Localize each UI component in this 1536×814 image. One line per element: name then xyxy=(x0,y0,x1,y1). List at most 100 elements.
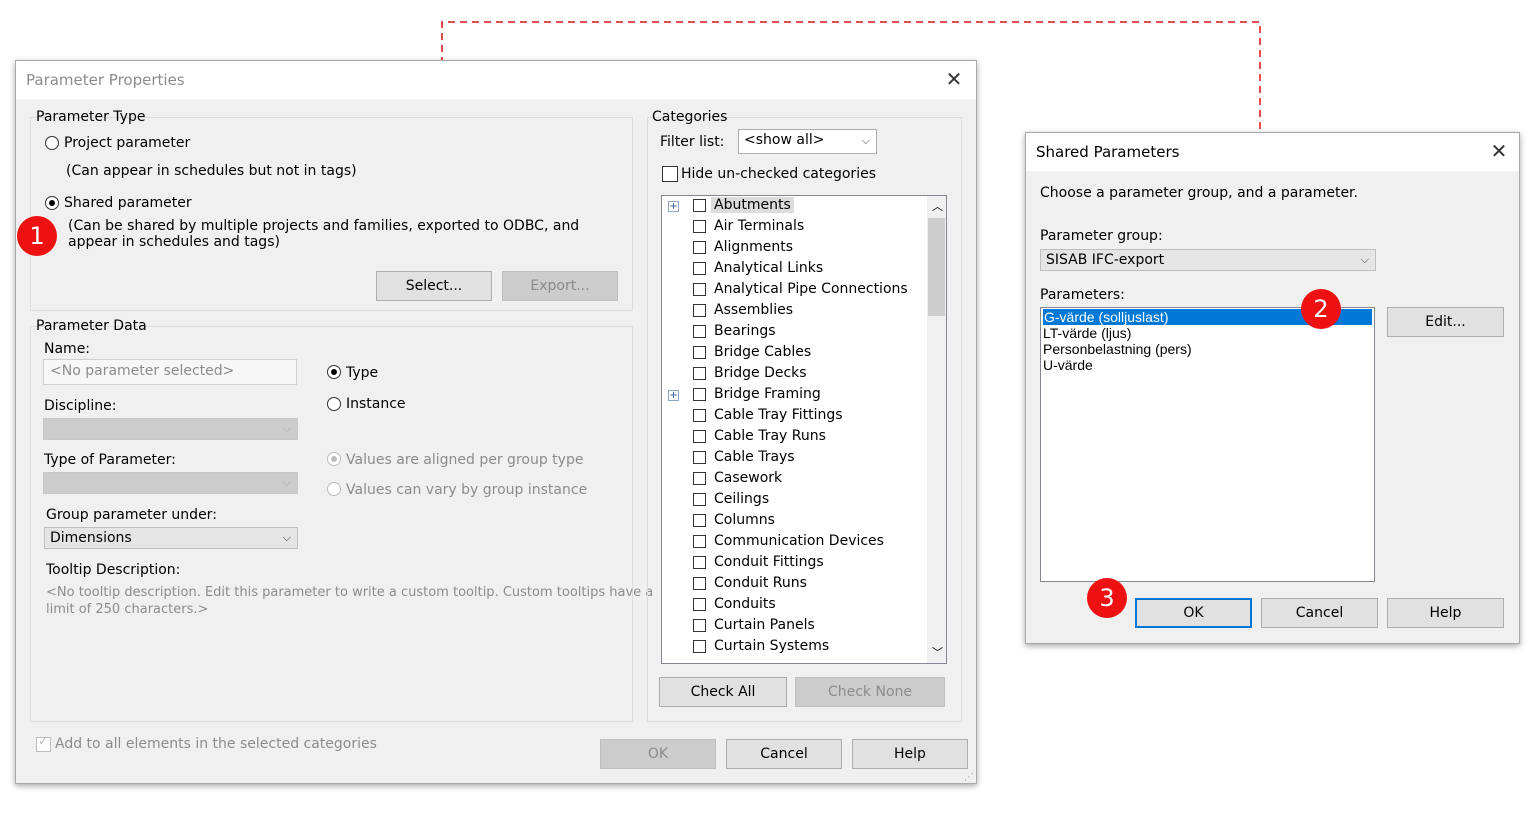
category-row[interactable]: Bearings xyxy=(662,322,926,343)
select-button[interactable]: Select... xyxy=(376,271,492,301)
category-row[interactable]: Communication Devices xyxy=(662,532,926,553)
category-row[interactable]: Ceilings xyxy=(662,490,926,511)
category-checkbox[interactable] xyxy=(693,598,706,611)
category-checkbox[interactable] xyxy=(693,556,706,569)
category-checkbox[interactable] xyxy=(693,241,706,254)
category-checkbox[interactable] xyxy=(693,514,706,527)
category-label: Cable Trays xyxy=(714,449,795,465)
category-label: Analytical Links xyxy=(714,260,824,276)
check-all-button[interactable]: Check All xyxy=(659,677,787,707)
type-of-parameter-label: Type of Parameter: xyxy=(44,452,176,468)
parameter-properties-titlebar: Parameter Properties ✕ xyxy=(16,61,976,99)
filter-list-value: <show all> xyxy=(744,132,825,148)
category-checkbox[interactable] xyxy=(693,283,706,296)
categories-list[interactable]: + Abutments Air Terminals Alignments Anal… xyxy=(661,195,947,664)
category-checkbox[interactable] xyxy=(693,577,706,590)
category-label: Alignments xyxy=(714,239,794,255)
shared-parameter-desc-line1: (Can be shared by multiple projects and … xyxy=(68,218,580,234)
category-checkbox[interactable] xyxy=(693,472,706,485)
values-aligned-radio[interactable] xyxy=(327,452,341,466)
shared-parameters-titlebar: Shared Parameters ✕ xyxy=(1026,133,1519,171)
parameter-type-heading: Parameter Type xyxy=(36,109,146,125)
hide-unchecked-checkbox[interactable] xyxy=(662,166,678,182)
ok-button[interactable]: OK xyxy=(1135,598,1252,628)
check-none-button[interactable]: Check None xyxy=(795,677,945,707)
instance-radio[interactable] xyxy=(327,397,341,411)
ok-button[interactable]: OK xyxy=(600,739,716,769)
category-row[interactable]: Air Terminals xyxy=(662,217,926,238)
step-marker-1: 1 xyxy=(17,216,57,256)
category-row[interactable]: Curtain Panels xyxy=(662,616,926,637)
category-checkbox[interactable] xyxy=(693,262,706,275)
category-row[interactable]: Alignments xyxy=(662,238,926,259)
shared-parameter-radio[interactable] xyxy=(45,196,59,210)
project-parameter-radio[interactable] xyxy=(45,136,59,150)
cancel-button[interactable]: Cancel xyxy=(726,739,842,769)
type-radio[interactable] xyxy=(327,365,341,379)
resize-grip-icon[interactable]: ⋰ xyxy=(964,772,974,783)
category-label: Conduit Runs xyxy=(714,575,807,591)
category-checkbox[interactable] xyxy=(693,409,706,422)
export-button[interactable]: Export... xyxy=(502,271,618,301)
expand-icon[interactable]: + xyxy=(668,390,679,401)
category-checkbox[interactable] xyxy=(693,619,706,632)
category-row[interactable]: Assemblies xyxy=(662,301,926,322)
category-checkbox[interactable] xyxy=(693,220,706,233)
project-parameter-label: Project parameter xyxy=(64,135,191,151)
help-button[interactable]: Help xyxy=(1387,598,1504,628)
category-row[interactable]: Casework xyxy=(662,469,926,490)
category-row[interactable]: Analytical Pipe Connections xyxy=(662,280,926,301)
category-row[interactable]: Conduit Fittings xyxy=(662,553,926,574)
category-checkbox[interactable] xyxy=(693,493,706,506)
expand-icon[interactable]: + xyxy=(668,201,679,212)
category-row[interactable]: Curtain Systems xyxy=(662,637,926,658)
help-button[interactable]: Help xyxy=(852,739,968,769)
category-row[interactable]: Conduit Runs xyxy=(662,574,926,595)
filter-list-label: Filter list: xyxy=(660,134,725,150)
group-under-dropdown[interactable]: Dimensions ⌵ xyxy=(44,527,298,549)
chevron-down-icon: ⌵ xyxy=(1360,253,1369,266)
category-checkbox[interactable] xyxy=(693,199,706,212)
close-icon[interactable]: ✕ xyxy=(942,67,966,91)
values-vary-radio[interactable] xyxy=(327,482,341,496)
discipline-dropdown[interactable]: ⌵ xyxy=(43,418,298,440)
category-row[interactable]: Cable Trays xyxy=(662,448,926,469)
category-row[interactable]: Conduits xyxy=(662,595,926,616)
category-checkbox[interactable] xyxy=(693,451,706,464)
scroll-up-icon[interactable]: ︿ xyxy=(932,198,943,214)
category-row[interactable]: Cable Tray Runs xyxy=(662,427,926,448)
category-checkbox[interactable] xyxy=(693,325,706,338)
category-label: Abutments xyxy=(711,197,794,213)
dialog-title: Shared Parameters xyxy=(1036,143,1180,161)
category-checkbox[interactable] xyxy=(693,640,706,653)
category-checkbox[interactable] xyxy=(693,304,706,317)
category-label: Ceilings xyxy=(714,491,770,507)
category-checkbox[interactable] xyxy=(693,430,706,443)
category-row[interactable]: + Abutments xyxy=(662,196,926,217)
category-checkbox[interactable] xyxy=(693,535,706,548)
filter-list-dropdown[interactable]: <show all> ⌵ xyxy=(738,129,877,154)
category-row[interactable]: Bridge Decks xyxy=(662,364,926,385)
edit-button[interactable]: Edit... xyxy=(1387,307,1504,337)
category-row[interactable]: Analytical Links xyxy=(662,259,926,280)
scroll-down-icon[interactable]: ﹀ xyxy=(932,644,943,660)
categories-scrollbar[interactable]: ︿ ﹀ xyxy=(927,196,946,663)
category-row[interactable]: Columns xyxy=(662,511,926,532)
category-row[interactable]: Cable Tray Fittings xyxy=(662,406,926,427)
category-checkbox[interactable] xyxy=(693,388,706,401)
list-item[interactable]: LT-värde (ljus) xyxy=(1043,325,1131,341)
category-checkbox[interactable] xyxy=(693,367,706,380)
parameters-list[interactable]: G-värde (solljuslast) LT-värde (ljus) Pe… xyxy=(1040,307,1375,582)
instruction-text: Choose a parameter group, and a paramete… xyxy=(1040,185,1358,201)
category-row[interactable]: Bridge Cables xyxy=(662,343,926,364)
parameter-group-dropdown[interactable]: SISAB IFC-export ⌵ xyxy=(1040,249,1376,271)
list-item[interactable]: Personbelastning (pers) xyxy=(1043,341,1192,357)
cancel-button[interactable]: Cancel xyxy=(1261,598,1378,628)
list-item[interactable]: U-värde xyxy=(1043,357,1093,373)
category-row[interactable]: + Bridge Framing xyxy=(662,385,926,406)
category-checkbox[interactable] xyxy=(693,346,706,359)
group-under-value: Dimensions xyxy=(50,530,132,546)
scrollbar-thumb[interactable] xyxy=(928,218,945,316)
close-icon[interactable]: ✕ xyxy=(1487,139,1511,163)
type-of-parameter-dropdown[interactable]: ⌵ xyxy=(43,472,298,494)
